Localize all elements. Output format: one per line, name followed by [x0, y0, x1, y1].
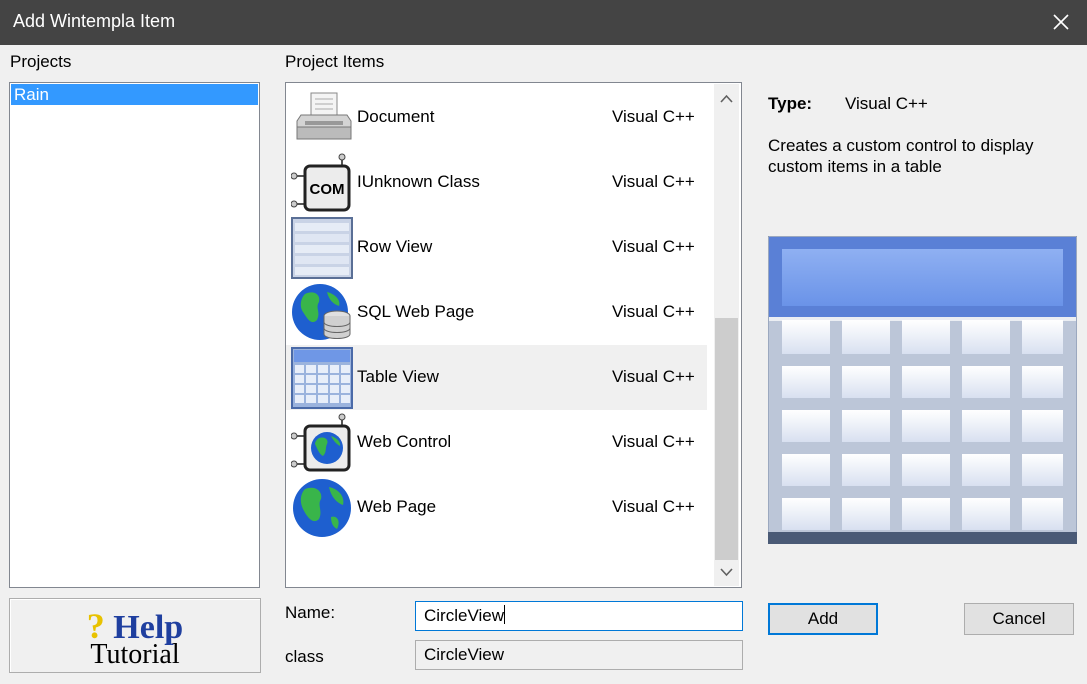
type-label: Type:	[768, 94, 813, 113]
close-icon[interactable]	[1046, 7, 1076, 37]
scroll-down-icon[interactable]	[715, 561, 738, 583]
scrollbar-thumb[interactable]	[715, 318, 738, 560]
globe-chip-icon	[290, 412, 353, 474]
project-items-label: Project Items	[285, 52, 385, 71]
com-chip-icon: COM	[290, 152, 353, 214]
item-name: Web Page	[357, 497, 437, 516]
item-language: Visual C++	[612, 237, 695, 256]
window-title: Add Wintempla Item	[13, 11, 176, 31]
item-name: Document	[357, 107, 435, 126]
type-value: Visual C++	[845, 94, 928, 113]
printer-icon	[291, 87, 353, 149]
class-label: class	[285, 647, 324, 666]
table-view-preview	[767, 235, 1078, 545]
class-input[interactable]: CircleView	[415, 640, 743, 670]
list-item-row-view[interactable]: Row View Visual C++	[286, 215, 707, 280]
globe-icon	[291, 477, 353, 539]
item-name: Table View	[357, 367, 439, 386]
cancel-button[interactable]: Cancel	[964, 603, 1074, 635]
name-label: Name:	[285, 603, 336, 622]
list-item-table-view[interactable]: Table View Visual C++	[286, 345, 707, 410]
row-view-icon	[291, 217, 353, 279]
projects-label: Projects	[10, 52, 72, 71]
item-language: Visual C++	[612, 367, 695, 386]
projects-list[interactable]	[9, 82, 260, 588]
item-name: SQL Web Page	[357, 302, 475, 321]
scroll-up-icon[interactable]	[715, 88, 738, 110]
tutorial-label: Tutorial	[90, 639, 180, 670]
add-button[interactable]: Add	[768, 603, 878, 635]
item-language: Visual C++	[612, 432, 695, 451]
item-language: Visual C++	[612, 172, 695, 191]
list-item-document[interactable]: Document Visual C++	[286, 85, 707, 150]
list-item-web-control[interactable]: Web Control Visual C++	[286, 410, 707, 475]
project-items-list[interactable]: Document Visual C++ COM IUnknown Class V…	[285, 82, 742, 588]
name-input[interactable]: CircleView	[415, 601, 743, 631]
item-name: Row View	[357, 237, 433, 256]
item-language: Visual C++	[612, 107, 695, 126]
item-language: Visual C++	[612, 302, 695, 321]
list-item-sql-web-page[interactable]: SQL Web Page Visual C++	[286, 280, 707, 345]
item-description: Creates a custom control to display cust…	[768, 136, 1034, 176]
help-tutorial-button[interactable]: ? Help Tutorial	[9, 598, 261, 673]
item-name: Web Control	[357, 432, 452, 451]
svg-text:COM: COM	[310, 181, 345, 198]
text-caret	[504, 605, 505, 624]
item-language: Visual C++	[612, 497, 695, 516]
item-name: IUnknown Class	[357, 172, 480, 191]
project-item-rain[interactable]: Rain	[11, 84, 258, 105]
list-item-iunknown-class[interactable]: COM IUnknown Class Visual C++	[286, 150, 707, 215]
list-item-web-page[interactable]: Web Page Visual C++	[286, 475, 707, 540]
name-input-value: CircleView	[424, 606, 504, 625]
table-view-icon	[291, 347, 353, 409]
globe-database-icon	[291, 282, 353, 344]
